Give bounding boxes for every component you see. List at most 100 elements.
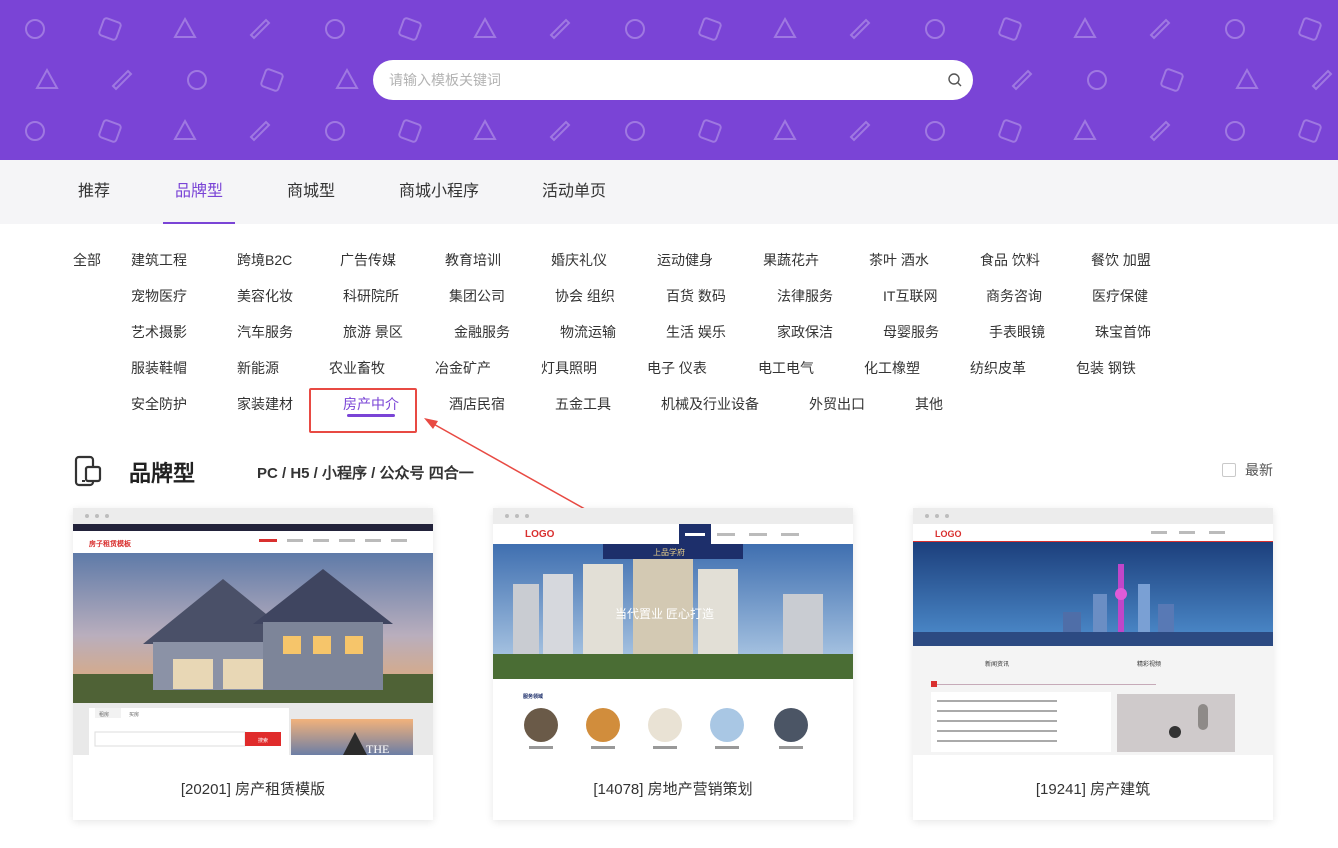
preview-video-title: 精彩视频	[1137, 660, 1161, 668]
devices-icon	[74, 455, 102, 487]
category-item[interactable]: 电工电气	[758, 359, 814, 377]
category-item[interactable]: 旅游 景区	[343, 323, 403, 341]
pattern-decoration-icon	[998, 119, 1022, 143]
preview-news-title: 新闻资讯	[985, 660, 1009, 668]
category-item[interactable]: IT互联网	[883, 287, 937, 305]
pattern-decoration-icon	[35, 67, 59, 89]
tab-mall-miniprogram[interactable]: 商城小程序	[388, 160, 490, 224]
pattern-decoration-icon	[25, 19, 45, 39]
pattern-decoration-icon	[849, 18, 871, 40]
pattern-decoration-icon	[773, 118, 797, 140]
category-item[interactable]: 金融服务	[454, 323, 510, 341]
category-item[interactable]: 医疗保健	[1092, 287, 1148, 305]
category-item[interactable]: 外贸出口	[809, 395, 865, 413]
browser-chrome	[493, 508, 853, 524]
category-item[interactable]: 食品 饮料	[980, 251, 1040, 269]
category-item[interactable]: 生活 娱乐	[666, 323, 726, 341]
pattern-decoration-icon	[1087, 70, 1107, 90]
pattern-decoration-icon	[249, 18, 271, 40]
search-input[interactable]	[389, 60, 929, 100]
pattern-decoration-icon	[173, 16, 197, 38]
pattern-decoration-icon	[260, 68, 284, 92]
category-item[interactable]: 冶金矿产	[435, 359, 491, 377]
pattern-decoration-icon	[335, 67, 359, 89]
latest-filter-checkbox[interactable]: 最新	[1222, 460, 1273, 480]
pattern-decoration-icon	[1149, 120, 1171, 142]
template-preview-image: LOGO 上品学府 当代置业 匠心打造 服务领域	[493, 524, 853, 755]
category-item[interactable]: 宠物医疗	[131, 287, 187, 305]
category-item[interactable]: 科研院所	[343, 287, 399, 305]
preview-banner-tag: 上品学府	[653, 547, 685, 557]
pattern-decoration-icon	[1073, 118, 1097, 140]
category-item[interactable]: 艺术摄影	[131, 323, 187, 341]
category-item[interactable]: 果蔬花卉	[763, 251, 819, 269]
category-item[interactable]: 集团公司	[449, 287, 505, 305]
template-card[interactable]: LOGO 上品学府 当代置业 匠心打造 服务领域 [14078] 房地产营销策划	[493, 508, 853, 820]
pattern-decoration-icon	[625, 19, 645, 39]
tab-mall[interactable]: 商城型	[275, 160, 347, 224]
category-item[interactable]: 电子 仪表	[647, 359, 707, 377]
category-item[interactable]: 建筑工程	[131, 251, 187, 269]
category-item[interactable]: 运动健身	[657, 251, 713, 269]
category-item[interactable]: 美容化妆	[237, 287, 293, 305]
tab-brand[interactable]: 品牌型	[163, 160, 235, 224]
category-item[interactable]: 化工橡塑	[864, 359, 920, 377]
category-item[interactable]: 教育培训	[445, 251, 501, 269]
category-item[interactable]: 珠宝首饰	[1095, 323, 1151, 341]
pattern-decoration-icon	[25, 121, 45, 141]
pattern-decoration-icon	[1311, 69, 1333, 91]
category-item[interactable]: 酒店民宿	[449, 395, 505, 413]
tab-recommend[interactable]: 推荐	[62, 160, 126, 224]
category-item[interactable]: 物流运输	[560, 323, 616, 341]
pattern-decoration-icon	[998, 17, 1022, 41]
category-item[interactable]: 法律服务	[777, 287, 833, 305]
category-item[interactable]: 跨境B2C	[237, 251, 292, 269]
category-item[interactable]: 安全防护	[131, 395, 187, 413]
pattern-decoration-icon	[773, 16, 797, 38]
category-item[interactable]: 包装 钢铁	[1076, 359, 1136, 377]
category-item[interactable]: 服装鞋帽	[131, 359, 187, 377]
preview-search-button: 搜索	[258, 737, 268, 744]
category-item[interactable]: 机械及行业设备	[661, 395, 759, 413]
category-item[interactable]: 商务咨询	[986, 287, 1042, 305]
hero-banner	[0, 0, 1338, 160]
checkbox-icon[interactable]	[1222, 463, 1236, 477]
pattern-decoration-icon	[549, 120, 571, 142]
template-card[interactable]: LOGO 新闻资讯 精彩视频 [19241] 房产建筑	[913, 508, 1273, 820]
category-item[interactable]: 百货 数码	[666, 287, 726, 305]
template-card[interactable]: 房子租赁模板 租房 买房 搜索 THE [20201] 房产租赁模版	[73, 508, 433, 820]
category-item[interactable]: 茶叶 酒水	[869, 251, 929, 269]
pattern-decoration-icon	[398, 17, 422, 41]
category-all[interactable]: 全部	[73, 251, 101, 269]
pattern-decoration-icon	[1149, 18, 1171, 40]
category-item[interactable]: 汽车服务	[237, 323, 293, 341]
category-item[interactable]: 餐饮 加盟	[1091, 251, 1151, 269]
search-icon[interactable]	[947, 72, 963, 88]
pattern-decoration-icon	[925, 19, 945, 39]
template-preview-image: 房子租赁模板 租房 买房 搜索 THE	[73, 524, 433, 755]
pattern-decoration-icon	[98, 119, 122, 143]
pattern-decoration-icon	[1298, 17, 1322, 41]
category-item[interactable]: 婚庆礼仪	[551, 251, 607, 269]
pattern-decoration-icon	[325, 121, 345, 141]
category-item[interactable]: 其他	[915, 395, 943, 413]
pattern-decoration-icon	[549, 18, 571, 40]
category-item[interactable]: 纺织皮革	[970, 359, 1026, 377]
category-item[interactable]: 农业畜牧	[329, 359, 385, 377]
category-item[interactable]: 协会 组织	[555, 287, 615, 305]
pattern-decoration-icon	[698, 17, 722, 41]
category-item[interactable]: 手表眼镜	[989, 323, 1045, 341]
category-item[interactable]: 新能源	[237, 359, 279, 377]
category-item[interactable]: 家装建材	[237, 395, 293, 413]
category-item[interactable]: 家政保洁	[777, 323, 833, 341]
preview-logo: LOGO	[525, 529, 555, 540]
tab-event-page[interactable]: 活动单页	[530, 160, 618, 224]
category-item[interactable]: 母婴服务	[883, 323, 939, 341]
category-item[interactable]: 五金工具	[555, 395, 611, 413]
category-item[interactable]: 灯具照明	[541, 359, 597, 377]
browser-chrome	[913, 508, 1273, 524]
category-item[interactable]: 广告传媒	[340, 251, 396, 269]
search-bar[interactable]	[373, 60, 973, 100]
pattern-decoration-icon	[849, 120, 871, 142]
browser-chrome	[73, 508, 433, 524]
